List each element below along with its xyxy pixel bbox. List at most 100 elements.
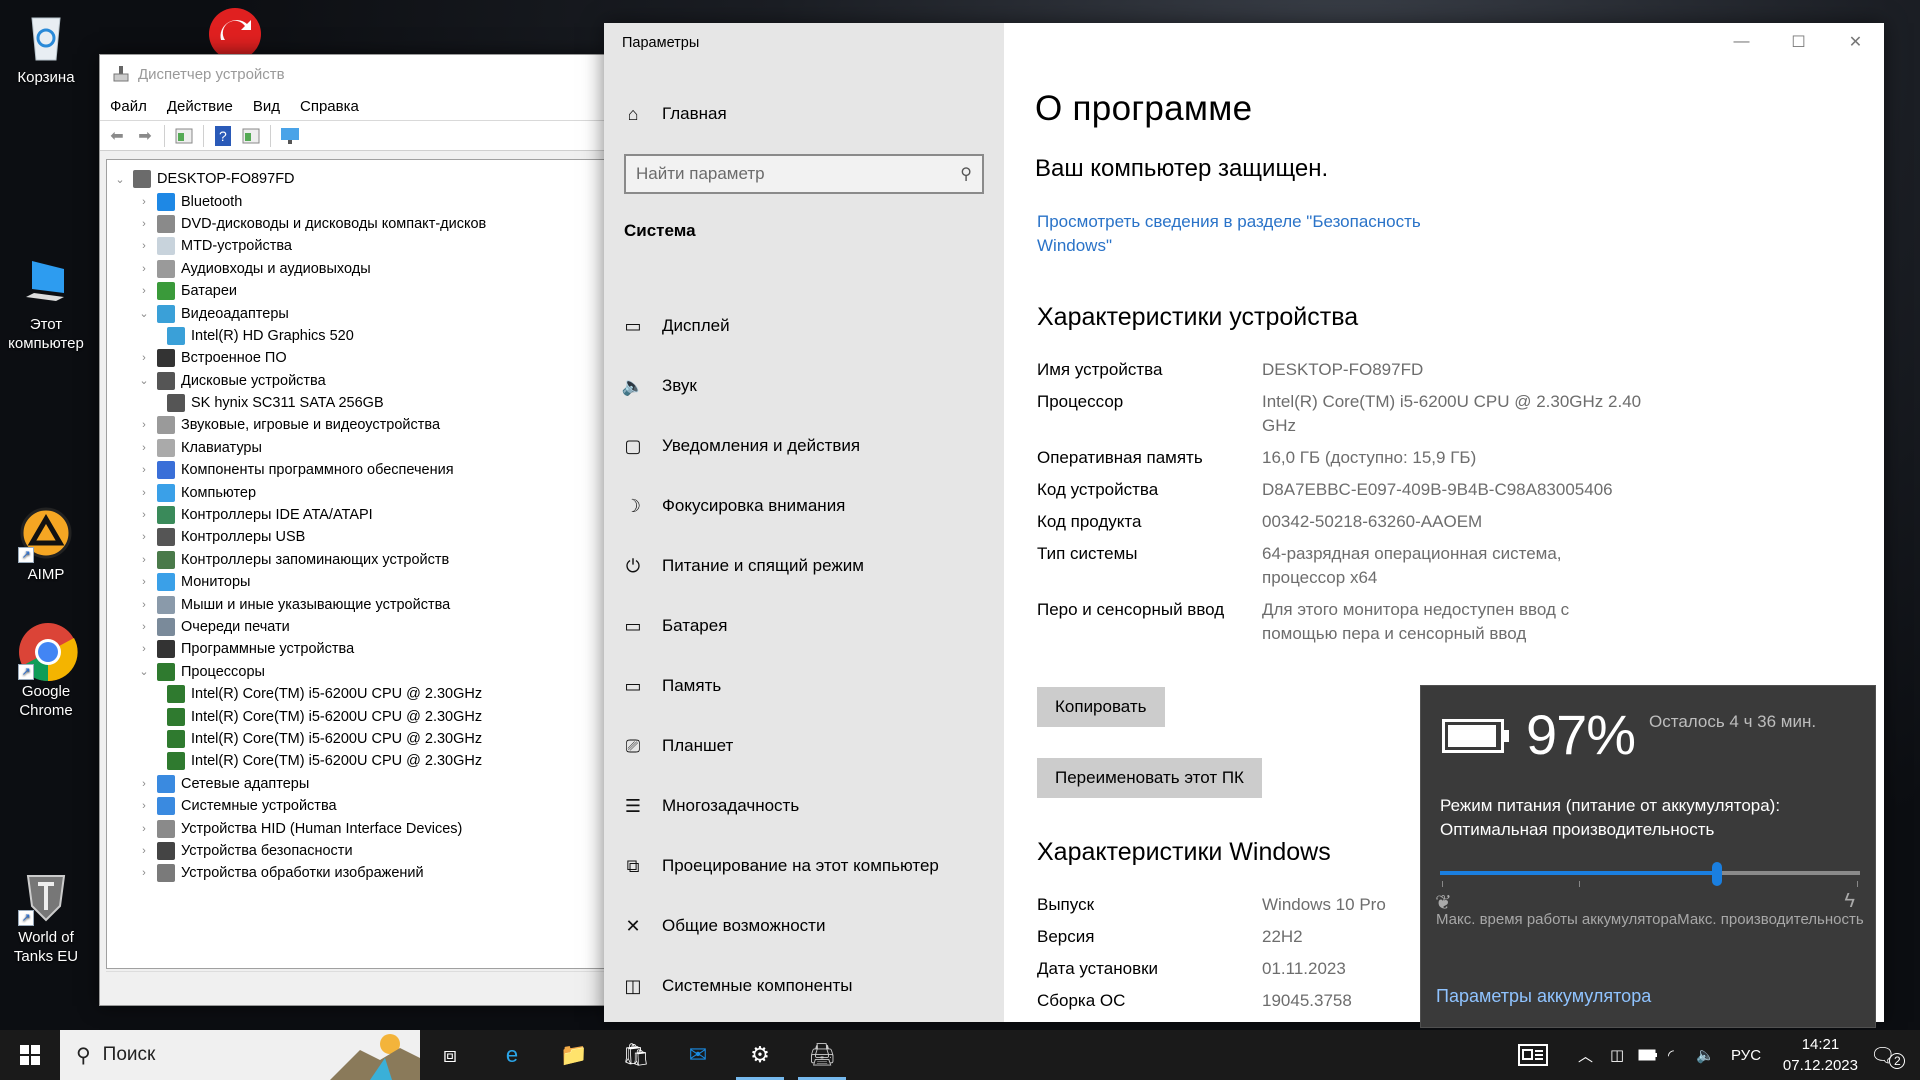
chevron-right-icon[interactable]: › [137, 352, 151, 364]
copy-button[interactable]: Копировать [1037, 687, 1165, 727]
taskbar-search-box[interactable]: ⚲ Поиск [60, 1030, 420, 1080]
chevron-right-icon[interactable]: › [137, 531, 151, 543]
device-tree-node[interactable]: ⌄ Видеоадаптеры [113, 302, 486, 324]
language-indicator[interactable]: РУС [1731, 1030, 1761, 1080]
device-tree-node[interactable]: › Мониторы [113, 571, 486, 593]
chevron-right-icon[interactable]: › [137, 778, 151, 790]
device-tree-node[interactable]: › Очереди печати [113, 616, 486, 638]
battery-tray-icon[interactable] [1638, 1030, 1658, 1080]
device-tree-node[interactable]: › Звуковые, игровые и видеоустройства [113, 414, 486, 436]
chevron-right-icon[interactable]: › [137, 823, 151, 835]
back-icon[interactable]: ⬅ [106, 126, 128, 146]
chevron-right-icon[interactable]: › [137, 263, 151, 275]
chevron-right-icon[interactable]: › [137, 576, 151, 588]
chevron-right-icon[interactable]: › [137, 285, 151, 297]
update-driver-icon[interactable] [240, 126, 262, 146]
sidebar-item-system-components[interactable]: ◫ Системные компоненты [622, 956, 939, 1016]
security-link[interactable]: Просмотреть сведения в разделе "Безопасн… [1037, 210, 1477, 258]
device-tree-node[interactable]: Intel(R) HD Graphics 520 [113, 325, 486, 347]
chevron-right-icon[interactable]: › [137, 554, 151, 566]
start-button[interactable] [0, 1030, 60, 1080]
device-tree-node[interactable]: › Мыши и иные указывающие устройства [113, 593, 486, 615]
device-tree-node[interactable]: › Сетевые адаптеры [113, 773, 486, 795]
store-icon[interactable]: 🛍 [608, 1030, 664, 1080]
sidebar-item-multitasking[interactable]: ☰ Многозадачность [622, 776, 939, 836]
chevron-right-icon[interactable]: › [137, 464, 151, 476]
battery-settings-link[interactable]: Параметры аккумулятора [1436, 986, 1651, 1007]
device-tree-node[interactable]: › Bluetooth [113, 190, 486, 212]
forward-icon[interactable]: ➡ [134, 126, 156, 146]
chevron-down-icon[interactable]: ⌄ [113, 173, 127, 186]
settings-gear-icon[interactable]: ⚙ [732, 1030, 788, 1080]
device-tree-node[interactable]: › MTD-устройства [113, 235, 486, 257]
device-manager-titlebar[interactable]: Диспетчер устройств [100, 55, 604, 93]
menu-help[interactable]: Справка [300, 98, 359, 115]
help-icon[interactable]: ? [212, 125, 234, 146]
sidebar-item-power[interactable]: ⏻ Питание и спящий режим [622, 536, 939, 596]
chevron-down-icon[interactable]: ⌄ [137, 374, 151, 387]
taskbar-clock[interactable]: 14:21 07.12.2023 [1783, 1034, 1858, 1076]
sidebar-item-focus-assist[interactable]: ☽ Фокусировка внимания [622, 476, 939, 536]
device-tree-node[interactable]: › DVD-дисководы и дисководы компакт-диско… [113, 213, 486, 235]
device-tree-node[interactable]: › Устройства обработки изображений [113, 862, 486, 884]
desktop-icon-aimp[interactable]: ↗ AIMP [0, 505, 92, 584]
settings-search-input[interactable]: Найти параметр ⚲ [624, 154, 984, 194]
sidebar-item-shared-experiences[interactable]: ✕ Общие возможности [622, 896, 939, 956]
chevron-right-icon[interactable]: › [137, 599, 151, 611]
chevron-right-icon[interactable]: › [137, 867, 151, 879]
desktop-icon-recycle-bin[interactable]: Корзина [0, 8, 92, 87]
desktop-icon-this-pc[interactable]: Этот компьютер [0, 255, 92, 353]
device-tree-node[interactable]: Intel(R) Core(TM) i5-6200U CPU @ 2.30GHz [113, 683, 486, 705]
mail-icon[interactable]: ✉ [670, 1030, 726, 1080]
device-tree-node[interactable]: › Встроенное ПО [113, 347, 486, 369]
news-widget-icon[interactable] [1518, 1030, 1548, 1080]
slider-thumb[interactable] [1712, 862, 1723, 886]
chevron-right-icon[interactable]: › [137, 800, 151, 812]
chevron-right-icon[interactable]: › [137, 845, 151, 857]
device-manager-window[interactable]: Диспетчер устройств Файл Действие Вид Сп… [99, 54, 605, 1006]
task-view-icon[interactable]: ⧈ [422, 1030, 478, 1080]
device-tree-node[interactable]: › Компоненты программного обеспечения [113, 459, 486, 481]
device-tree-node[interactable]: › Контроллеры IDE ATA/ATAPI [113, 504, 486, 526]
sidebar-item-home[interactable]: ⌂ Главная [622, 103, 727, 125]
sidebar-item-battery[interactable]: ▭ Батарея [622, 596, 939, 656]
sidebar-item-projecting[interactable]: ⧉ Проецирование на этот компьютер [622, 836, 939, 896]
sidebar-item-notifications[interactable]: ▢ Уведомления и действия [622, 416, 939, 476]
device-tree-node[interactable]: Intel(R) Core(TM) i5-6200U CPU @ 2.30GHz [113, 750, 486, 772]
chevron-right-icon[interactable]: › [137, 487, 151, 499]
chevron-right-icon[interactable]: › [137, 240, 151, 252]
rename-pc-button[interactable]: Переименовать этот ПК [1037, 758, 1262, 798]
wifi-icon[interactable]: ◜ [1668, 1030, 1674, 1080]
device-tree-node[interactable]: Intel(R) Core(TM) i5-6200U CPU @ 2.30GHz [113, 705, 486, 727]
device-tree-node[interactable]: › Системные устройства [113, 795, 486, 817]
sidebar-item-storage[interactable]: ▭ Память [622, 656, 939, 716]
action-center-button[interactable]: 🗨 2 [1870, 1030, 1906, 1080]
device-tree-node[interactable]: › Аудиовходы и аудиовыходы [113, 258, 486, 280]
device-tree-node[interactable]: SK hynix SC311 SATA 256GB [113, 392, 486, 414]
device-tree-node[interactable]: › Устройства безопасности [113, 840, 486, 862]
monitor-icon[interactable] [279, 126, 301, 146]
device-tree-node[interactable]: ⌄ DESKTOP-FO897FD [113, 168, 486, 190]
properties-icon[interactable] [173, 126, 195, 146]
desktop-icon-world-of-tanks[interactable]: ↗ World of Tanks EU [0, 868, 92, 966]
chevron-right-icon[interactable]: › [137, 621, 151, 633]
sidebar-item-display[interactable]: ▭ Дисплей [622, 296, 939, 356]
device-tree-node[interactable]: › Устройства HID (Human Interface Devices… [113, 817, 486, 839]
menu-file[interactable]: Файл [110, 98, 147, 115]
sidebar-item-tablet[interactable]: ⎚ Планшет [622, 716, 939, 776]
device-tree-node[interactable]: › Компьютер [113, 481, 486, 503]
chevron-right-icon[interactable]: › [137, 196, 151, 208]
volume-icon[interactable]: 🔈 [1696, 1030, 1715, 1080]
device-tree-node[interactable]: ⌄ Дисковые устройства [113, 370, 486, 392]
chevron-down-icon[interactable]: ⌄ [137, 665, 151, 678]
device-tree-node[interactable]: › Контроллеры USB [113, 526, 486, 548]
device-tree-node[interactable]: › Контроллеры запоминающих устройств [113, 549, 486, 571]
chevron-right-icon[interactable]: › [137, 419, 151, 431]
chevron-down-icon[interactable]: ⌄ [137, 307, 151, 320]
device-tree-node[interactable]: Intel(R) Core(TM) i5-6200U CPU @ 2.30GHz [113, 728, 486, 750]
edge-icon[interactable]: e [484, 1030, 540, 1080]
chevron-right-icon[interactable]: › [137, 509, 151, 521]
menu-action[interactable]: Действие [167, 98, 233, 115]
device-tree-node[interactable]: ⌄ Процессоры [113, 661, 486, 683]
file-explorer-icon[interactable]: 📁 [546, 1030, 602, 1080]
